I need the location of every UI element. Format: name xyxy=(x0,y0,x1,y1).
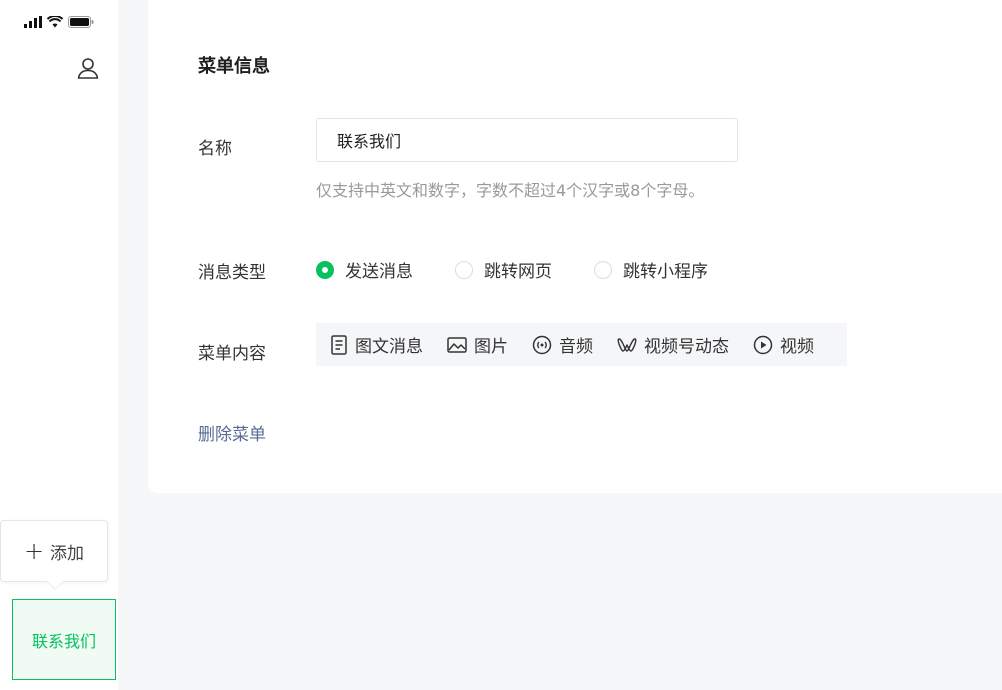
name-hint: 仅支持中英文和数字，字数不超过4个汉字或8个字母。 xyxy=(316,181,705,200)
content-channels-button[interactable]: 视频号动态 xyxy=(617,332,729,357)
plus-icon: + xyxy=(23,537,45,565)
content-image-button[interactable]: 图片 xyxy=(447,332,508,357)
radio-label: 发送消息 xyxy=(345,262,413,282)
radio-label: 跳转小程序 xyxy=(623,262,708,282)
content-audio-label: 音频 xyxy=(559,337,593,357)
content-channels-label: 视频号动态 xyxy=(644,337,729,357)
user-icon[interactable] xyxy=(76,56,100,80)
menu-tab-label: 联系我们 xyxy=(31,631,96,651)
article-icon xyxy=(331,334,347,355)
audio-icon xyxy=(532,335,552,354)
status-bar xyxy=(24,14,94,30)
message-type-label: 消息类型 xyxy=(198,263,266,283)
content-article-button[interactable]: 图文消息 xyxy=(330,332,423,357)
menu-tab-contact[interactable]: 联系我们 xyxy=(12,599,116,680)
radio-checked-icon xyxy=(316,260,334,279)
channels-icon xyxy=(617,337,637,352)
content-video-label: 视频 xyxy=(780,337,814,357)
radio-label: 跳转网页 xyxy=(484,262,552,282)
popover-arrow xyxy=(47,581,63,589)
signal-icon xyxy=(24,16,42,28)
radio-jump-miniprogram[interactable]: 跳转小程序 xyxy=(594,257,708,282)
video-icon xyxy=(753,335,773,354)
menu-info-panel: 菜单信息 名称 仅支持中英文和数字，字数不超过4个汉字或8个字母。 消息类型 发… xyxy=(148,0,1002,493)
name-input[interactable] xyxy=(316,118,738,162)
add-menu-label: 添加 xyxy=(50,543,85,564)
radio-unchecked-icon xyxy=(455,260,473,279)
radio-jump-webpage[interactable]: 跳转网页 xyxy=(455,257,552,282)
radio-send-message[interactable]: 发送消息 xyxy=(316,257,413,282)
content-video-button[interactable]: 视频 xyxy=(753,332,814,357)
panel-title: 菜单信息 xyxy=(198,56,270,77)
message-type-radio-group: 发送消息 跳转网页 跳转小程序 xyxy=(316,257,708,282)
radio-unchecked-icon xyxy=(594,260,612,279)
image-icon xyxy=(447,336,467,353)
menu-content-label: 菜单内容 xyxy=(198,344,266,364)
wifi-icon xyxy=(47,16,63,28)
name-label: 名称 xyxy=(198,139,232,159)
content-image-label: 图片 xyxy=(474,337,508,357)
menu-content-toolbar: 图文消息 图片 音频 视频号动态 视频 xyxy=(316,323,847,366)
content-audio-button[interactable]: 音频 xyxy=(532,332,593,357)
battery-icon xyxy=(68,16,94,28)
phone-preview: + 添加 联系我们 xyxy=(0,0,118,690)
delete-menu-link[interactable]: 删除菜单 xyxy=(198,420,266,445)
add-menu-button[interactable]: + 添加 xyxy=(0,520,108,582)
content-article-label: 图文消息 xyxy=(355,337,423,357)
